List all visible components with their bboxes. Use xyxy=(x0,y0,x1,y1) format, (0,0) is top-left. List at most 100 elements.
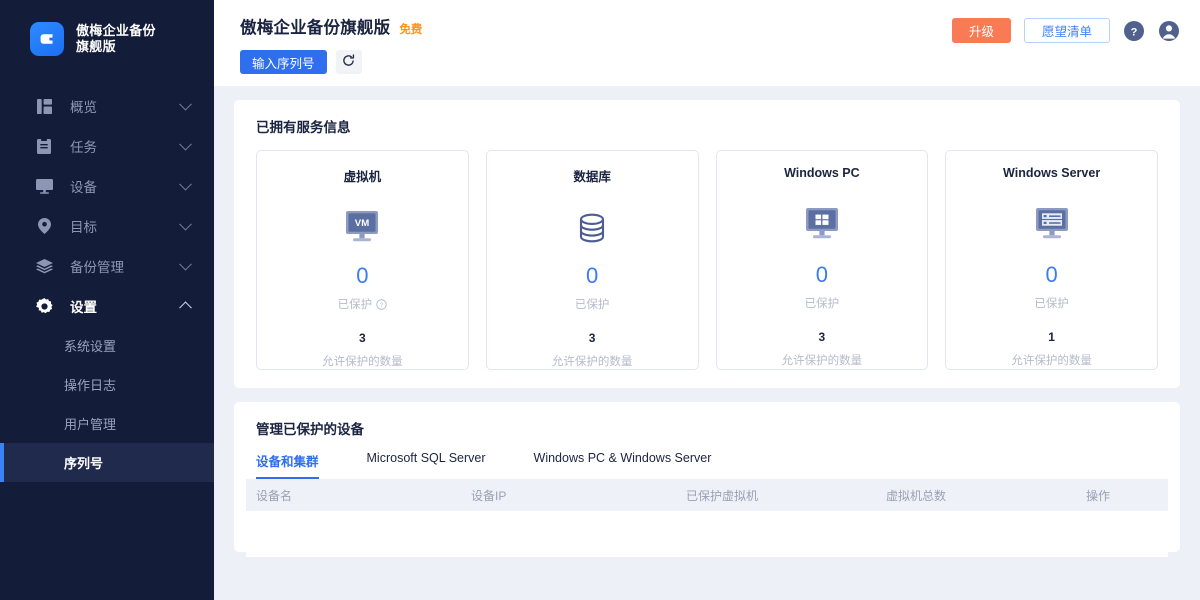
sidebar-item-devices[interactable]: 设备 xyxy=(0,166,214,206)
vm-monitor-icon: VM xyxy=(343,207,381,249)
refresh-icon xyxy=(342,54,355,70)
card-protected-label-row: 已保护 xyxy=(575,296,610,312)
windows-server-icon xyxy=(1033,202,1071,248)
sidebar-subitem-label: 系统设置 xyxy=(64,339,117,354)
card-protected-label-row: 已保护 xyxy=(805,295,840,311)
svg-text:?: ? xyxy=(1131,26,1138,38)
enter-serial-button[interactable]: 输入序列号 xyxy=(240,50,327,74)
layers-icon xyxy=(34,258,54,274)
svg-text:VM: VM xyxy=(355,218,369,229)
tab-windows-pc-and-server[interactable]: Windows PC & Windows Server xyxy=(534,451,712,479)
devices-title: 管理已保护的设备 xyxy=(256,422,364,437)
sidebar-subitem-user-management[interactable]: 用户管理 xyxy=(0,404,214,443)
card-allowed-count: 3 xyxy=(818,330,826,344)
column-header-device-name: 设备名 xyxy=(256,488,293,503)
topbar: 傲梅企业备份旗舰版 免费 输入序列号 升级 愿望清单 ? xyxy=(214,0,1200,86)
sidebar-nav: 概览 任务 设备 目标 备份管理 设置 系统设置 操作日志 用户管理 序列号 xyxy=(0,86,214,482)
card-allowed-count: 3 xyxy=(359,331,366,345)
brand-text: 傲梅企业备份 旗舰版 xyxy=(76,23,156,55)
sidebar-item-backup-management[interactable]: 备份管理 xyxy=(0,246,214,286)
card-protected-label: 已保护 xyxy=(804,298,840,310)
help-circle-icon[interactable]: ? xyxy=(1123,20,1145,42)
card-title: Windows PC xyxy=(784,166,860,180)
help-circle-small-icon[interactable]: ? xyxy=(376,298,387,310)
sidebar: 傲梅企业备份 旗舰版 概览 任务 设备 目标 备份管理 设置 系统设置 操作日志… xyxy=(0,0,214,600)
dashboard-icon xyxy=(34,98,54,114)
database-icon xyxy=(575,207,609,249)
sidebar-item-label: 备份管理 xyxy=(70,260,124,275)
main-area: 傲梅企业备份旗舰版 免费 输入序列号 升级 愿望清单 ? 已拥有服务信息 虚拟机… xyxy=(214,0,1200,600)
tab-devices-and-clusters[interactable]: 设备和集群 xyxy=(256,451,319,479)
card-protected-label-row: 已保护 xyxy=(1034,295,1069,311)
sidebar-item-label: 目标 xyxy=(70,220,97,235)
chevron-down-icon xyxy=(179,97,192,111)
devices-panel: 管理已保护的设备 设备和集群 Microsoft SQL Server Wind… xyxy=(234,402,1180,557)
sidebar-item-overview[interactable]: 概览 xyxy=(0,86,214,126)
card-protected-label: 已保护 xyxy=(1034,298,1069,310)
sidebar-item-label: 设置 xyxy=(70,300,97,315)
free-badge: 免费 xyxy=(399,24,423,36)
card-title: 虚拟机 xyxy=(343,170,382,184)
page-title: 傲梅企业备份旗舰版 xyxy=(240,19,391,37)
card-protected-count: 0 xyxy=(815,262,828,287)
gear-icon xyxy=(34,297,54,315)
chevron-up-icon xyxy=(179,301,192,315)
svg-text:?: ? xyxy=(380,301,384,308)
refresh-button[interactable] xyxy=(335,50,362,74)
card-allowed-count: 3 xyxy=(588,331,596,345)
sidebar-item-label: 设备 xyxy=(70,180,97,195)
card-protected-count: 0 xyxy=(586,263,599,288)
sidebar-subitem-operation-log[interactable]: 操作日志 xyxy=(0,365,214,404)
chevron-down-icon xyxy=(179,137,192,151)
card-allowed-label: 允许保护的数量 xyxy=(1011,355,1092,367)
topbar-right-actions: 升级 愿望清单 ? xyxy=(951,18,1180,43)
column-header-protected-vms: 已保护虚拟机 xyxy=(686,488,759,503)
devices-table-body xyxy=(246,511,1168,557)
sidebar-subitem-label: 操作日志 xyxy=(64,378,117,393)
card-allowed-label: 允许保护的数量 xyxy=(781,355,863,367)
account-circle-icon[interactable] xyxy=(1158,20,1180,42)
brand-line-2: 旗舰版 xyxy=(76,39,116,54)
app-root: 傲梅企业备份 旗舰版 概览 任务 设备 目标 备份管理 设置 系统设置 操作日志… xyxy=(0,0,1200,600)
tab-microsoft-sql-server[interactable]: Microsoft SQL Server xyxy=(367,451,486,479)
windows-pc-icon xyxy=(803,202,841,248)
brand: 傲梅企业备份 旗舰版 xyxy=(0,0,214,56)
column-header-total-vms: 虚拟机总数 xyxy=(886,488,947,503)
card-protected-label: 已保护 xyxy=(337,299,373,311)
upgrade-button[interactable]: 升级 xyxy=(951,18,1011,43)
service-card-windows-server[interactable]: Windows Server 0 已保护 1 允许保护的数量 xyxy=(945,150,1158,370)
service-card-vm[interactable]: 虚拟机 VM 0 已保护 ? 3 允许保护的数量 xyxy=(256,150,469,370)
sidebar-item-tasks[interactable]: 任务 xyxy=(0,126,214,166)
column-header-device-ip: 设备IP xyxy=(471,488,507,503)
card-title: 数据库 xyxy=(573,170,611,184)
card-protected-count: 0 xyxy=(1045,262,1058,287)
service-card-windows-pc[interactable]: Windows PC 0 已保护 3 允许保护的数量 xyxy=(715,150,929,370)
clipboard-icon xyxy=(34,138,54,154)
sidebar-item-settings[interactable]: 设置 xyxy=(0,286,214,326)
wishlist-button[interactable]: 愿望清单 xyxy=(1023,18,1110,43)
card-allowed-label: 允许保护的数量 xyxy=(551,356,633,368)
service-cards: 虚拟机 VM 0 已保护 ? 3 允许保护的数量 数据库 0 已保护 3 允许保… xyxy=(246,150,1168,370)
sidebar-subitem-serial-number[interactable]: 序列号 xyxy=(0,443,214,482)
sidebar-item-target[interactable]: 目标 xyxy=(0,206,214,246)
sidebar-item-label: 任务 xyxy=(70,140,97,155)
services-title: 已拥有服务信息 xyxy=(256,120,351,135)
sidebar-subitem-system-settings[interactable]: 系统设置 xyxy=(0,326,214,365)
brand-line-1: 傲梅企业备份 xyxy=(76,23,156,38)
chevron-down-icon xyxy=(179,217,192,231)
sidebar-item-label: 概览 xyxy=(70,100,97,115)
devices-tabs: 设备和集群 Microsoft SQL Server Windows PC & … xyxy=(246,451,1168,479)
devices-table-header: 设备名 设备IP 已保护虚拟机 虚拟机总数 操作 xyxy=(246,479,1168,511)
column-header-actions: 操作 xyxy=(1086,488,1111,503)
card-allowed-count: 1 xyxy=(1048,330,1055,344)
monitor-icon xyxy=(34,178,54,194)
topbar-actions: 输入序列号 xyxy=(240,50,1180,74)
location-pin-icon xyxy=(34,218,54,234)
chevron-down-icon xyxy=(179,257,192,271)
card-title: Windows Server xyxy=(1003,166,1101,180)
services-panel: 已拥有服务信息 虚拟机 VM 0 已保护 ? 3 允许保护的数量 数据库 0 已… xyxy=(234,100,1180,388)
sidebar-subnav: 系统设置 操作日志 用户管理 序列号 xyxy=(0,326,214,482)
sidebar-subitem-label: 用户管理 xyxy=(64,417,117,432)
service-card-database[interactable]: 数据库 0 已保护 3 允许保护的数量 xyxy=(485,150,699,370)
card-protected-label-row: 已保护 ? xyxy=(338,296,388,312)
